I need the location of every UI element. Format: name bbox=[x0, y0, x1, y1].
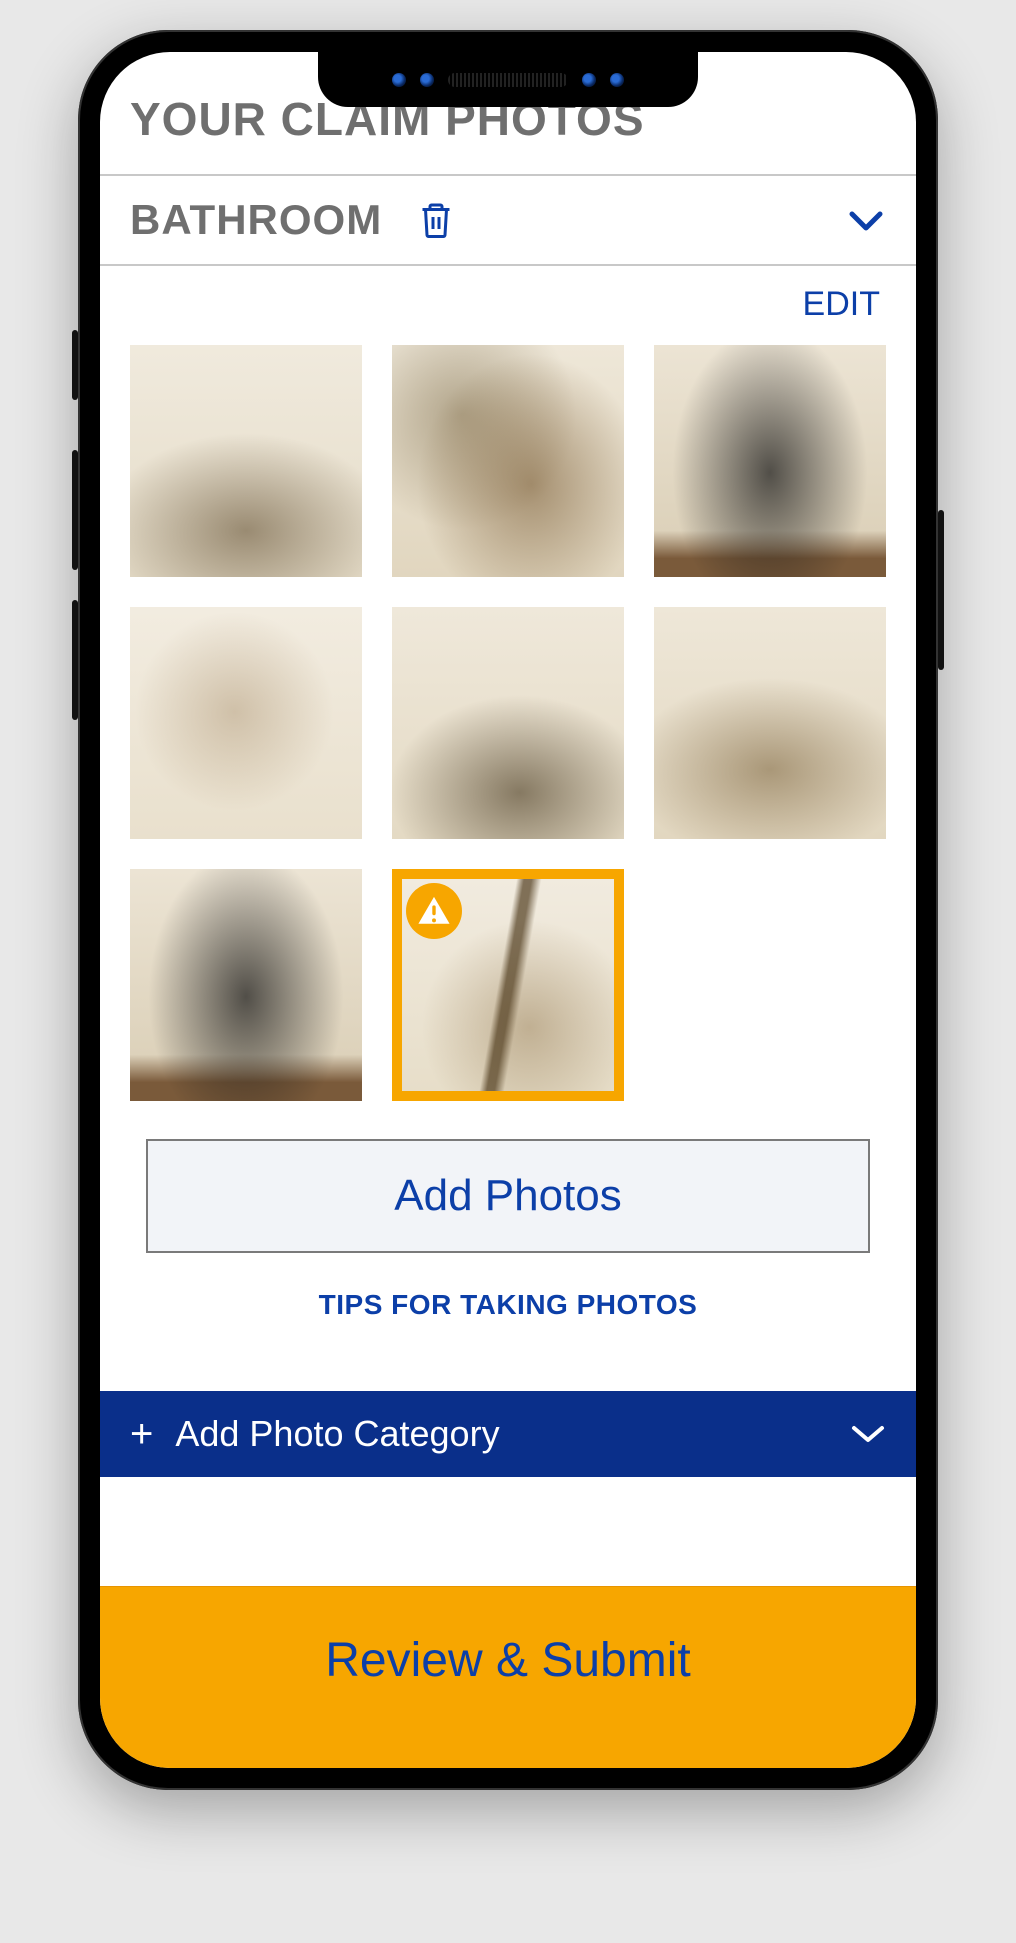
volume-up-button bbox=[72, 450, 78, 570]
camera-dot bbox=[420, 73, 434, 87]
review-submit-button[interactable]: Review & Submit bbox=[100, 1586, 916, 1768]
photo-thumbnail[interactable] bbox=[130, 869, 362, 1101]
photo-grid bbox=[100, 335, 916, 1131]
camera-dot bbox=[610, 73, 624, 87]
spacer bbox=[100, 1361, 916, 1391]
photo-thumbnail[interactable] bbox=[392, 345, 624, 577]
edit-row: EDIT bbox=[100, 266, 916, 335]
camera-dot bbox=[392, 73, 406, 87]
add-photos-button[interactable]: Add Photos bbox=[146, 1139, 870, 1253]
app-root: YOUR CLAIM PHOTOS BATHROOM ED bbox=[100, 52, 916, 1768]
speaker-grille bbox=[448, 73, 568, 87]
photo-thumbnail[interactable] bbox=[130, 345, 362, 577]
category-header[interactable]: BATHROOM bbox=[100, 176, 916, 266]
photo-thumbnail[interactable] bbox=[654, 607, 886, 839]
plus-icon: + bbox=[130, 1414, 153, 1454]
phone-notch bbox=[318, 52, 698, 107]
tips-link[interactable]: TIPS FOR TAKING PHOTOS bbox=[100, 1271, 916, 1361]
side-button bbox=[72, 330, 78, 400]
trash-icon[interactable] bbox=[418, 200, 454, 240]
photo-thumbnail[interactable] bbox=[392, 607, 624, 839]
phone-screen: YOUR CLAIM PHOTOS BATHROOM ED bbox=[100, 52, 916, 1768]
photo-thumbnail-flagged[interactable] bbox=[392, 869, 624, 1101]
photo-thumbnail[interactable] bbox=[654, 345, 886, 577]
spacer bbox=[100, 1477, 916, 1586]
warning-icon bbox=[406, 883, 462, 939]
chevron-down-icon[interactable] bbox=[846, 206, 886, 234]
camera-dot bbox=[582, 73, 596, 87]
volume-down-button bbox=[72, 600, 78, 720]
add-category-label: Add Photo Category bbox=[175, 1413, 499, 1455]
add-category-bar[interactable]: + Add Photo Category bbox=[100, 1391, 916, 1477]
category-name: BATHROOM bbox=[130, 196, 382, 244]
photo-thumbnail[interactable] bbox=[130, 607, 362, 839]
chevron-down-icon bbox=[850, 1422, 886, 1446]
phone-frame: YOUR CLAIM PHOTOS BATHROOM ED bbox=[78, 30, 938, 1790]
add-photos-wrap: Add Photos bbox=[100, 1131, 916, 1271]
power-button bbox=[938, 510, 944, 670]
edit-button[interactable]: EDIT bbox=[797, 284, 886, 325]
